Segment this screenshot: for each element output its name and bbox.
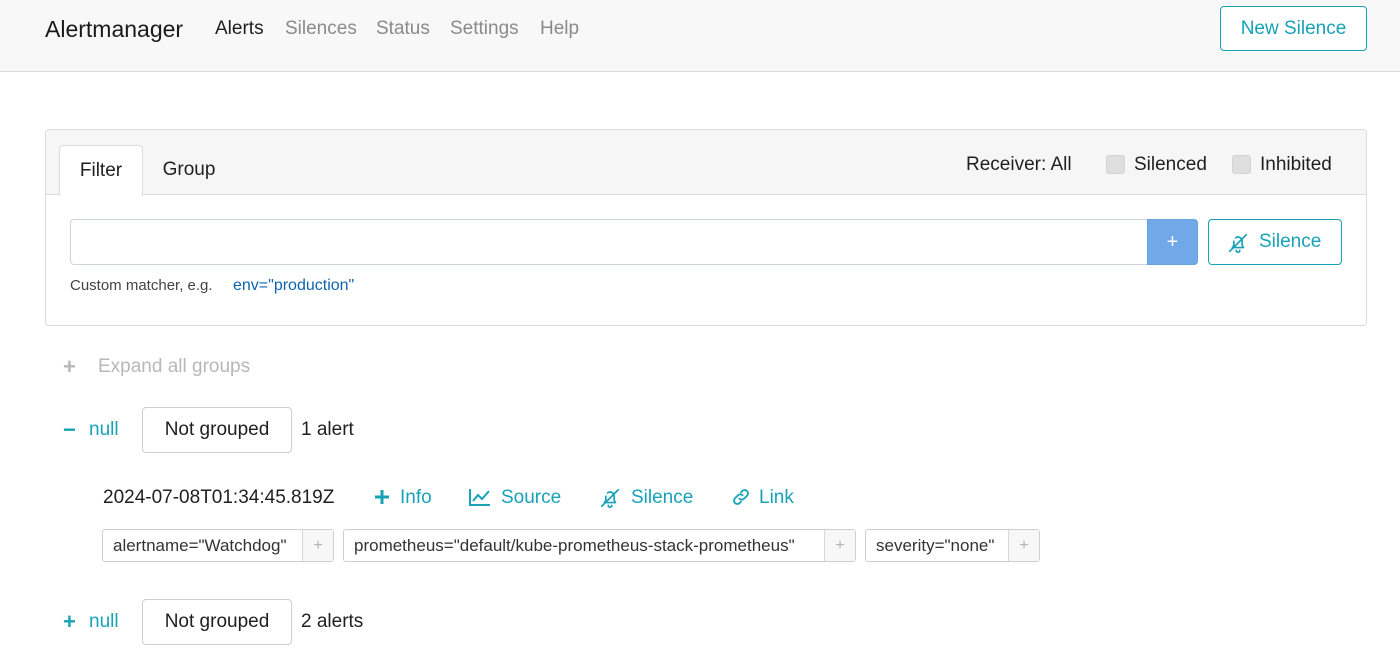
link-icon — [733, 489, 749, 505]
info-label: Info — [400, 487, 432, 508]
silence-alert-button[interactable]: Silence — [599, 486, 695, 510]
silenced-checkbox[interactable] — [1106, 155, 1125, 174]
alert-timestamp: 2024-07-08T01:34:45.819Z — [103, 487, 335, 508]
tab-group[interactable]: Group — [146, 145, 232, 196]
chart-line-icon — [469, 489, 490, 506]
plus-icon — [375, 490, 389, 504]
minus-icon: − — [63, 417, 76, 442]
plus-icon: + — [63, 354, 76, 379]
tab-filter[interactable]: Filter — [59, 145, 143, 196]
silenced-toggle[interactable]: Silenced — [1106, 153, 1216, 177]
inhibited-label: Inhibited — [1260, 154, 1332, 175]
add-label-filter-button[interactable]: + — [1008, 530, 1039, 561]
silenced-label: Silenced — [1134, 154, 1207, 175]
label-chip-alertname[interactable]: alertname="Watchdog" + — [102, 529, 334, 562]
filter-card: Filter Group Receiver: All Silenced Inhi… — [45, 129, 1367, 326]
filter-input[interactable] — [70, 219, 1148, 265]
add-matcher-button[interactable]: + — [1147, 219, 1198, 265]
label-text: severity="none" — [876, 536, 995, 555]
silence-filter-label: Silence — [1259, 231, 1322, 252]
label-text: prometheus="default/kube-prometheus-stac… — [354, 536, 795, 555]
inhibited-toggle[interactable]: Inhibited — [1232, 153, 1342, 177]
nav-status[interactable]: Status — [376, 17, 430, 41]
expand-all-label: Expand all groups — [98, 356, 251, 377]
link-button[interactable]: Link — [731, 486, 797, 510]
add-label-filter-button[interactable]: + — [302, 530, 333, 561]
matcher-hint-example[interactable]: env="production" — [233, 276, 354, 296]
group-label-button[interactable]: Not grouped — [142, 407, 292, 453]
silence-filter-button[interactable]: Silence — [1208, 219, 1342, 265]
link-label: Link — [759, 487, 794, 508]
filter-card-header: Filter Group Receiver: All Silenced Inhi… — [46, 130, 1366, 196]
group-name: null — [89, 611, 119, 632]
silence-alert-label: Silence — [631, 487, 694, 508]
inhibited-checkbox[interactable] — [1232, 155, 1251, 174]
label-chip-severity[interactable]: severity="none" + — [865, 529, 1040, 562]
navbar: Alertmanager Alerts Silences Status Sett… — [0, 0, 1400, 72]
source-label: Source — [501, 487, 562, 508]
new-silence-button[interactable]: New Silence — [1220, 6, 1367, 51]
add-label-filter-button[interactable]: + — [824, 530, 855, 561]
group-label-button[interactable]: Not grouped — [142, 599, 292, 645]
group-name: null — [89, 419, 119, 440]
nav-alerts[interactable]: Alerts — [215, 17, 264, 41]
nav-silences[interactable]: Silences — [285, 17, 357, 41]
label-chip-prometheus[interactable]: prometheus="default/kube-prometheus-stac… — [343, 529, 856, 562]
source-button[interactable]: Source — [469, 486, 563, 510]
bell-slash-icon — [600, 488, 620, 508]
brand-title[interactable]: Alertmanager — [45, 15, 183, 43]
nav-settings[interactable]: Settings — [450, 17, 519, 41]
bell-slash-icon — [1228, 233, 1248, 253]
alert-count: 2 alerts — [301, 611, 364, 632]
receiver-dropdown[interactable]: Receiver: All — [966, 153, 1072, 177]
label-text: alertname="Watchdog" — [113, 536, 287, 555]
info-button[interactable]: Info — [374, 486, 434, 510]
nav-help[interactable]: Help — [540, 17, 579, 41]
matcher-hint: Custom matcher, e.g. — [70, 277, 213, 294]
plus-icon: + — [63, 609, 76, 634]
alert-count: 1 alert — [301, 419, 354, 440]
